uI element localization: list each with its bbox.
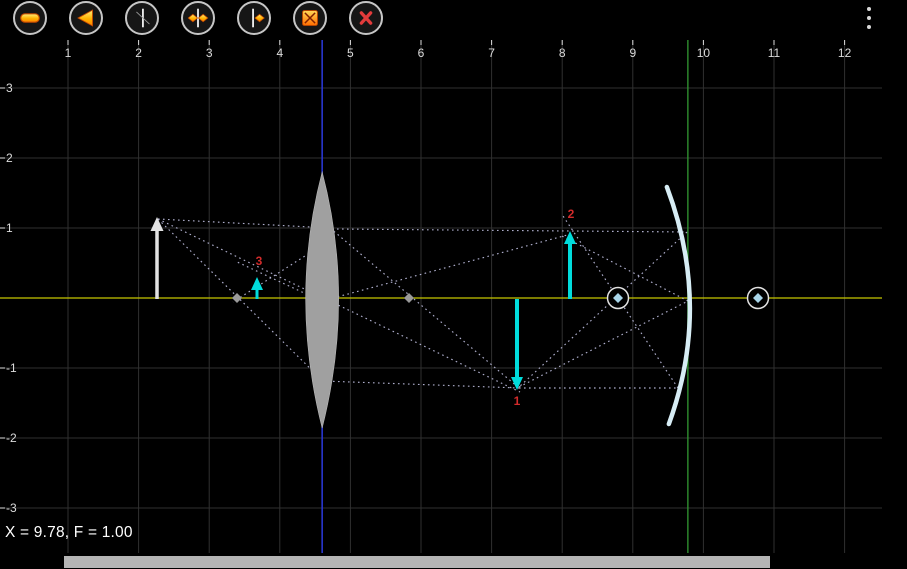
x-axis-tick-label: 3 <box>206 46 213 60</box>
app-window: 123123456789101112321-1-2-3 <box>0 0 907 569</box>
y-axis-tick-label: 2 <box>6 151 13 165</box>
x-axis-tick-label: 4 <box>276 46 283 60</box>
light-ray <box>519 301 688 387</box>
y-axis-tick-label: 1 <box>6 221 13 235</box>
object-arrow-head[interactable] <box>151 217 164 231</box>
light-ray <box>322 234 571 301</box>
light-ray <box>330 228 519 388</box>
x-axis-tick-label: 9 <box>629 46 636 60</box>
lens-focal-point <box>404 293 414 303</box>
y-axis-tick-label: -3 <box>6 501 17 515</box>
x-axis-tick-label: 8 <box>559 46 566 60</box>
image-arrow-head <box>511 377 523 390</box>
prism-icon <box>73 5 99 31</box>
x-axis-tick-label: 6 <box>418 46 425 60</box>
horizontal-scrollbar[interactable] <box>64 556 770 568</box>
tool-prism-button[interactable] <box>69 1 103 35</box>
lens[interactable] <box>306 172 339 428</box>
tool-block-button[interactable] <box>293 1 327 35</box>
x-axis-tick-label: 10 <box>697 46 711 60</box>
tool-thin-lens-button[interactable] <box>181 1 215 35</box>
y-axis-tick-label: -2 <box>6 431 17 445</box>
image-label: 2 <box>568 207 575 221</box>
overflow-menu-button[interactable] <box>864 4 874 32</box>
half-lens-icon <box>241 5 267 31</box>
kebab-menu-icon <box>867 7 871 11</box>
delete-icon <box>353 5 379 31</box>
lens-focal-point <box>232 293 242 303</box>
image-label: 3 <box>256 254 263 268</box>
light-ray <box>519 232 687 387</box>
light-ray <box>158 219 330 228</box>
x-axis-tick-label: 1 <box>65 46 72 60</box>
light-ray <box>332 229 687 232</box>
block-icon <box>297 5 323 31</box>
tool-horizontal-lens-button[interactable] <box>13 1 47 35</box>
light-ray <box>158 219 520 392</box>
tool-half-lens-button[interactable] <box>237 1 271 35</box>
x-axis-tick-label: 2 <box>135 46 142 60</box>
x-axis-tick-label: 12 <box>838 46 852 60</box>
y-axis-tick-label: 3 <box>6 81 13 95</box>
image-label: 1 <box>514 394 521 408</box>
thin-lens-icon <box>185 5 211 31</box>
x-axis-tick-label: 7 <box>488 46 495 60</box>
kebab-menu-icon <box>867 25 871 29</box>
optics-canvas[interactable]: 123123456789101112321-1-2-3 <box>0 0 907 569</box>
tool-delete-button[interactable] <box>349 1 383 35</box>
toolbar <box>13 1 383 35</box>
x-axis-tick-label: 11 <box>768 46 781 60</box>
horizontal-lens-icon <box>17 5 43 31</box>
kebab-menu-icon <box>867 16 871 20</box>
x-axis-tick-label: 5 <box>347 46 354 60</box>
status-readout: X = 9.78, F = 1.00 <box>5 524 133 542</box>
light-ray <box>158 219 323 381</box>
tool-plane-surface-button[interactable] <box>125 1 159 35</box>
plane-surface-icon <box>129 5 155 31</box>
y-axis-tick-label: -1 <box>6 361 17 375</box>
